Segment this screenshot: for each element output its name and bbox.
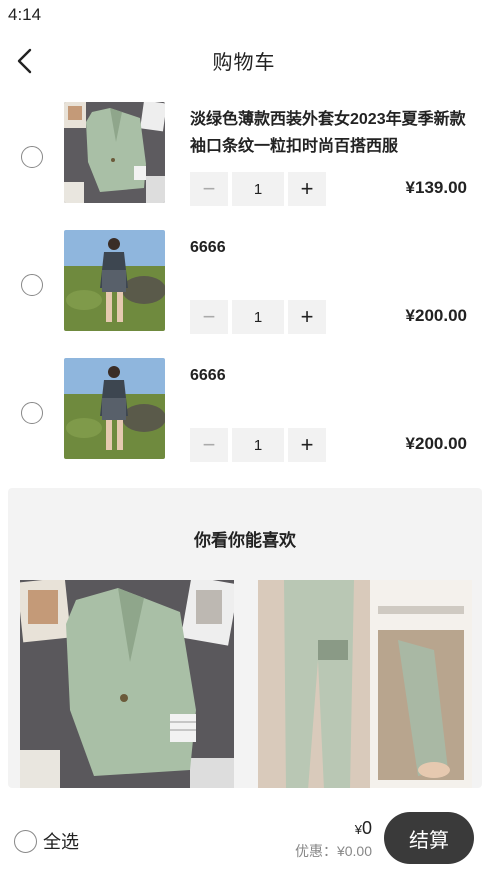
page-title: 购物车 <box>212 52 276 74</box>
decrease-button[interactable]: − <box>190 428 228 462</box>
bottom-bar: 全选 ¥0 优惠：¥0.00 结算 <box>0 788 488 874</box>
sage-trousers-image <box>258 580 472 790</box>
cart-item: 6666 − 1 + ¥200.00 <box>0 346 488 474</box>
recommendations-title: 你看你能喜欢 <box>194 531 296 550</box>
total-value: 0 <box>361 818 372 838</box>
status-bar: 4:14 <box>0 0 488 32</box>
product-title[interactable]: 淡绿色薄款西装外套女2023年夏季新款袖口条纹一粒扣时尚百搭西服 <box>190 106 475 160</box>
recommendation-card[interactable] <box>258 580 472 790</box>
item-select-radio[interactable] <box>21 274 43 296</box>
cart-list: 淡绿色薄款西装外套女2023年夏季新款袖口条纹一粒扣时尚百搭西服 − 1 + ¥… <box>0 90 488 474</box>
product-thumbnail[interactable] <box>64 102 165 203</box>
cart-item: 淡绿色薄款西装外套女2023年夏季新款袖口条纹一粒扣时尚百搭西服 − 1 + ¥… <box>0 90 488 218</box>
product-price: ¥200.00 <box>405 434 467 453</box>
total-amount: ¥0 <box>295 818 372 839</box>
cart-item: 6666 − 1 + ¥200.00 <box>0 218 488 346</box>
quantity-stepper: − 1 + <box>190 172 330 206</box>
increase-button[interactable]: + <box>288 300 326 334</box>
item-select-radio[interactable] <box>21 146 43 168</box>
nav-bar: 购物车 <box>0 32 488 90</box>
status-time: 4:14 <box>8 5 42 24</box>
product-price: ¥200.00 <box>405 306 467 325</box>
quantity-value[interactable]: 1 <box>232 172 284 206</box>
product-thumbnail[interactable] <box>64 358 165 459</box>
discount-text: 优惠：¥0.00 <box>294 843 372 859</box>
increase-button[interactable]: + <box>288 172 326 206</box>
model-outfit-image <box>64 230 165 331</box>
quantity-stepper: − 1 + <box>190 300 330 334</box>
increase-button[interactable]: + <box>288 428 326 462</box>
select-all-radio[interactable] <box>14 829 37 853</box>
recommendation-card[interactable] <box>20 580 234 790</box>
recommendations-section: 你看你能喜欢 <box>8 488 482 790</box>
product-price: ¥139.00 <box>405 178 467 197</box>
checkout-button[interactable]: 结算 <box>384 812 474 864</box>
select-all-label: 全选 <box>43 832 79 852</box>
quantity-value[interactable]: 1 <box>232 428 284 462</box>
quantity-value[interactable]: 1 <box>232 300 284 334</box>
product-title[interactable]: 6666 <box>190 234 475 261</box>
decrease-button[interactable]: − <box>190 300 228 334</box>
item-select-radio[interactable] <box>21 402 43 424</box>
currency-symbol: ¥ <box>354 822 362 837</box>
green-blazer-image <box>20 580 234 790</box>
decrease-button[interactable]: − <box>190 172 228 206</box>
total-summary: ¥0 优惠：¥0.00 <box>295 818 372 861</box>
model-outfit-image <box>64 358 165 459</box>
product-thumbnail[interactable] <box>64 230 165 331</box>
quantity-stepper: − 1 + <box>190 428 330 462</box>
select-all-toggle[interactable]: 全选 <box>14 828 79 854</box>
green-blazer-image <box>64 102 165 203</box>
product-title[interactable]: 6666 <box>190 362 475 389</box>
